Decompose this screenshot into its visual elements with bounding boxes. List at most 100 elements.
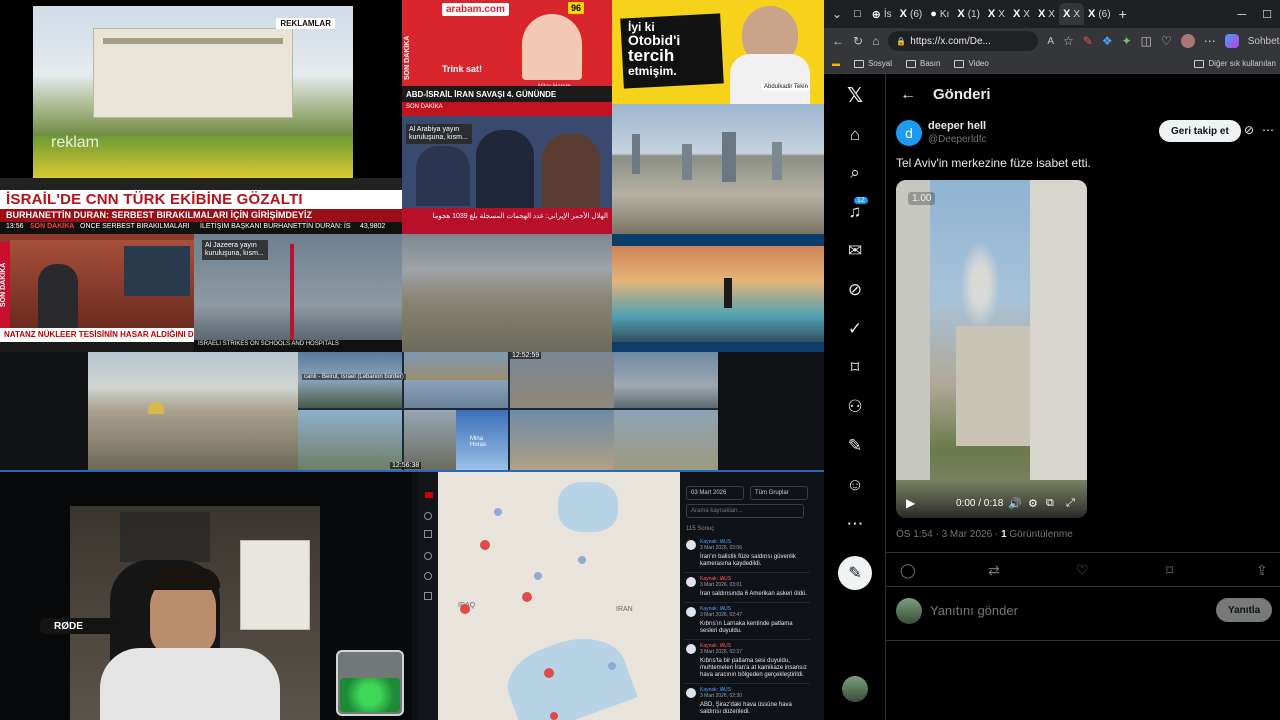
profile-icon[interactable]: ☺ [844,474,866,496]
back-icon[interactable]: ← [832,34,844,48]
event-marker[interactable] [522,592,532,602]
communities-icon[interactable]: ⚇ [844,396,866,418]
minimize-icon[interactable]: ─ [1230,7,1255,21]
profile-avatar[interactable] [1180,34,1195,48]
back-arrow-icon[interactable]: ← [900,86,916,104]
views-count: 1 [1001,529,1007,540]
reply-button[interactable]: Yanıtla [1216,598,1273,622]
favorites-bar-icon[interactable]: ♡ [1161,34,1172,48]
otobid-line3: tercih [628,46,675,65]
grok-analyze-icon[interactable]: ⊘ [1244,123,1254,137]
event-marker[interactable] [460,604,470,614]
tab-list-icon[interactable]: ⌄ [824,7,850,21]
tab-label: İs [883,8,892,20]
read-aloud-icon[interactable]: A [1047,36,1054,47]
event-marker[interactable] [494,508,502,516]
more-icon[interactable]: ⋯ [1204,34,1216,48]
other-bookmarks[interactable]: Diğer sık kullanılan [1194,59,1280,68]
feed-item[interactable]: Kaynak: IAUS 3 Mart 2026, 03:01 İran saldı… [684,573,810,603]
feed-search[interactable]: Arama kaynakları... [686,504,804,518]
author-name[interactable]: deeper hell [928,120,986,132]
persian-gulf [498,623,638,720]
screen: REKLAMLAR reklam SON DAKİKA arabam.com T… [0,0,1280,720]
settings-icon[interactable]: ⚙ [1028,497,1038,510]
copilot-icon[interactable] [1224,34,1239,48]
split-screen-icon[interactable]: ◫ [1141,34,1152,48]
x-logo-icon[interactable]: 𝕏 [844,84,866,107]
home-icon[interactable]: ⌂ [844,124,866,146]
browser-tab[interactable]: ⊕ İs [868,3,896,25]
feed-item[interactable]: Kaynak: IAUS 3 Mart 2026, 03:06 İran'ın ba… [684,536,810,573]
copilot-label[interactable]: Sohbet [1248,36,1280,47]
bookmarks-icon[interactable]: ⌑ [844,357,866,379]
event-marker[interactable] [534,572,542,580]
event-marker[interactable] [578,556,586,564]
event-marker[interactable] [544,668,554,678]
event-marker[interactable] [480,540,490,550]
extension-icon[interactable]: ✎ [1083,34,1093,48]
map-canvas[interactable]: IRAQ IRAN [438,472,680,720]
url-field[interactable]: 🔒 https://x.com/De... [888,31,1039,51]
browser-tab[interactable]: XX [1058,3,1084,25]
browser-tab[interactable]: XX [1034,3,1059,25]
bookmark-folder-sosyal[interactable]: Sosyal [854,59,892,68]
tab-favicon-icon: X [987,8,996,20]
bookmark-folder-video[interactable]: Video [954,59,989,68]
otobid-line4: etmişim. [628,64,677,78]
reply-input[interactable]: Yanıtını gönder [930,603,1018,618]
feed-text: Kıbrıs'ın Larnaka kentinde patlama sesle… [700,621,793,634]
bookmark-folder-basin[interactable]: Basın [906,59,940,68]
tab-strip: ⌄ □ ⊕ İs X (6) ● Kı X (1) X X X X X X X X X (6) + ─ ☐ [824,0,1280,28]
tab-favicon-icon: X [957,8,965,20]
lists-icon[interactable]: ✓ [844,318,866,340]
browser-tab[interactable]: X (1) [953,3,984,25]
messages-icon[interactable]: ✉ [844,240,866,262]
group-filter[interactable]: Tüm Gruplar [750,486,808,500]
notifications-icon[interactable]: ♫ 12 [844,197,868,223]
explore-icon[interactable]: ⌕ [844,162,866,184]
more-options-icon[interactable]: ⋯ [1262,123,1274,137]
home-icon[interactable]: ⌂ [872,34,879,48]
grok-icon[interactable]: ⊘ [844,279,866,301]
reply-icon[interactable]: ◯ [900,562,916,579]
author-handle[interactable]: @Deeperldfc [928,134,987,145]
feed-date: 3 Mart 2026, 02:37 [700,649,742,655]
share-icon[interactable]: ⇪ [1256,562,1268,579]
event-marker[interactable] [550,712,558,720]
pip-icon[interactable]: ⧉ [1046,497,1054,510]
play-icon[interactable]: ▶ [906,496,915,510]
extension-icon-2[interactable]: ❖ [1102,34,1113,48]
browser-tab[interactable]: ● Kı [926,3,953,25]
browser-tab[interactable]: X (6) [1084,3,1115,25]
feed-item[interactable]: Kaynak: IAUS 3 Mart 2026, 02:47 Kıbrıs'ın … [684,603,810,640]
new-tab-button[interactable]: + [1119,6,1127,22]
favorite-icon[interactable]: ☆ [1063,34,1074,48]
browser-tab[interactable]: X (6) [896,3,927,25]
browser-tab[interactable]: □ [850,3,868,25]
caspian-sea [558,482,618,532]
feed-item[interactable]: Kaynak: IAUS 3 Mart 2026, 02:30 ABD, Şiraz… [684,684,810,720]
premium-icon[interactable]: ✎ [844,435,866,457]
post-video[interactable]: 1.00 ▶ 0:00 / 0:18 🔊 ⚙ ⧉ ⤢ [896,180,1087,518]
like-icon[interactable]: ♡ [1076,562,1089,579]
repost-icon[interactable]: ⇄ [988,562,1000,579]
account-avatar[interactable] [842,676,868,702]
news-aljazeera: Al Jazeera yayın kuruluşuna, kısm... ISR… [194,234,402,352]
feed-item[interactable]: Kaynak: IAUS 3 Mart 2026, 02:37 Kıbrıs'ta … [684,640,810,684]
volume-icon[interactable]: 🔊 [1008,497,1022,510]
browser-tab[interactable]: XX [984,3,1009,25]
compose-post-button[interactable]: ✎ [838,556,872,590]
extension-icon-3[interactable]: ✦ [1122,34,1132,48]
browser-tab[interactable]: XX [1009,3,1034,25]
follow-back-button[interactable]: Geri takip et [1159,120,1241,142]
author-avatar[interactable]: d [896,120,922,146]
maximize-icon[interactable]: ☐ [1254,8,1280,21]
x-post-view: ← Gönderi d deeper hell @Deeperldfc Geri… [886,74,1280,720]
event-marker[interactable] [608,662,616,670]
bookmark-icon[interactable]: ▬ [832,59,840,68]
fullscreen-icon[interactable]: ⤢ [1066,497,1075,510]
date-select[interactable]: 03 Mart 2026 [686,486,744,500]
refresh-icon[interactable]: ↻ [853,34,863,48]
bookmark-post-icon[interactable]: ⌑ [1166,562,1173,579]
more-icon[interactable]: ⋯ [844,513,866,535]
